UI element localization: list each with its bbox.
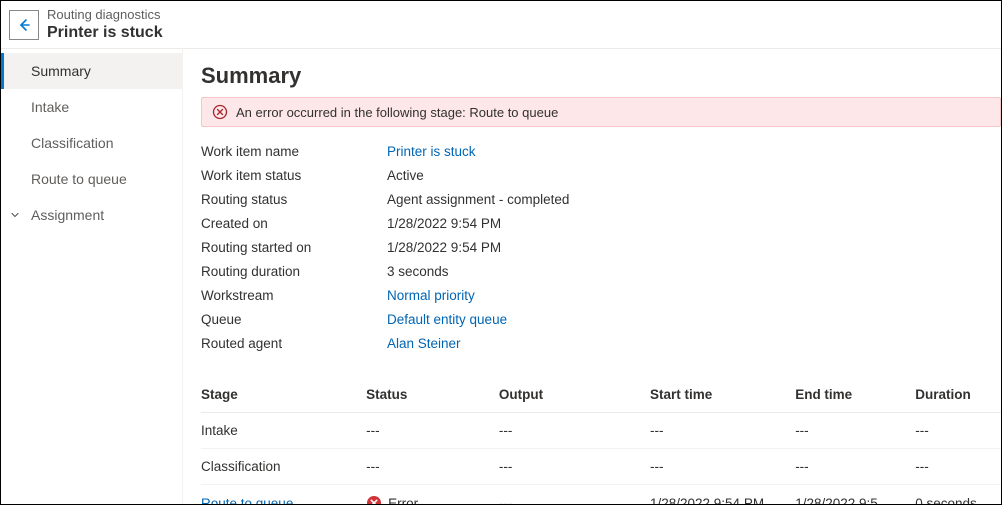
field-queue: Queue Default entity queue xyxy=(201,307,1001,331)
sidebar-item-label: Intake xyxy=(31,99,69,115)
field-label: Routing status xyxy=(201,192,387,207)
field-work-item-name: Work item name Printer is stuck xyxy=(201,139,1001,163)
field-value: 3 seconds xyxy=(387,264,449,279)
breadcrumb: Routing diagnostics xyxy=(47,7,163,23)
table-row[interactable]: Intake--------------- xyxy=(201,413,1001,449)
field-routing-started-on: Routing started on 1/28/2022 9:54 PM xyxy=(201,235,1001,259)
error-banner: An error occurred in the following stage… xyxy=(201,97,1001,127)
field-value-link[interactable]: Alan Steiner xyxy=(387,336,461,351)
cell-start: 1/28/2022 9:54 PM xyxy=(650,485,795,505)
cell-end: --- xyxy=(795,449,915,485)
field-routing-status: Routing status Agent assignment - comple… xyxy=(201,187,1001,211)
back-arrow-icon xyxy=(16,17,32,33)
cell-stage: Intake xyxy=(201,413,366,449)
sidebar-item-summary[interactable]: Summary xyxy=(1,53,182,89)
sidebar-item-classification[interactable]: Classification xyxy=(1,125,182,161)
topbar: Routing diagnostics Printer is stuck xyxy=(1,1,1001,49)
col-header-status[interactable]: Status xyxy=(366,377,499,413)
field-value: 1/28/2022 9:54 PM xyxy=(387,240,501,255)
cell-start: --- xyxy=(650,449,795,485)
page-record-title: Printer is stuck xyxy=(47,23,163,43)
error-circle-icon xyxy=(212,104,228,120)
field-label: Created on xyxy=(201,216,387,231)
field-routed-agent: Routed agent Alan Steiner xyxy=(201,331,1001,355)
field-value-link[interactable]: Normal priority xyxy=(387,288,475,303)
field-label: Routing duration xyxy=(201,264,387,279)
field-work-item-status: Work item status Active xyxy=(201,163,1001,187)
field-created-on: Created on 1/28/2022 9:54 PM xyxy=(201,211,1001,235)
sidebar-item-label: Assignment xyxy=(31,207,104,223)
chevron-down-icon xyxy=(9,209,21,221)
field-value: Agent assignment - completed xyxy=(387,192,569,207)
col-header-end[interactable]: End time xyxy=(795,377,915,413)
field-value-link[interactable]: Default entity queue xyxy=(387,312,507,327)
field-label: Queue xyxy=(201,312,387,327)
field-value-link[interactable]: Printer is stuck xyxy=(387,144,476,159)
cell-duration: --- xyxy=(915,413,1001,449)
cell-end: --- xyxy=(795,413,915,449)
col-header-duration[interactable]: Duration xyxy=(915,377,1001,413)
col-header-stage[interactable]: Stage xyxy=(201,377,366,413)
cell-duration: --- xyxy=(915,449,1001,485)
sidebar-item-route-to-queue[interactable]: Route to queue xyxy=(1,161,182,197)
table-row[interactable]: Route to queue Error ---1/28/2022 9:54 PM1… xyxy=(201,485,1001,505)
cell-status: Error xyxy=(366,485,499,505)
cell-duration: 0 seconds xyxy=(915,485,1001,505)
page-title: Summary xyxy=(201,63,1001,89)
cell-status: --- xyxy=(366,449,499,485)
sidebar: Summary Intake Classification Route to q… xyxy=(1,49,183,504)
sidebar-item-label: Route to queue xyxy=(31,171,127,187)
stages-table: Stage Status Output Start time End time … xyxy=(201,377,1001,504)
cell-stage: Classification xyxy=(201,449,366,485)
back-button[interactable] xyxy=(9,10,39,40)
field-label: Work item status xyxy=(201,168,387,183)
field-workstream: Workstream Normal priority xyxy=(201,283,1001,307)
field-value: Active xyxy=(387,168,424,183)
status-text: --- xyxy=(366,459,380,474)
cell-stage[interactable]: Route to queue xyxy=(201,485,366,505)
cell-status: --- xyxy=(366,413,499,449)
summary-fields: Work item name Printer is stuck Work ite… xyxy=(201,139,1001,355)
cell-output: --- xyxy=(499,413,650,449)
status-text: Error xyxy=(388,496,418,505)
field-value: 1/28/2022 9:54 PM xyxy=(387,216,501,231)
cell-output: --- xyxy=(499,485,650,505)
table-row[interactable]: Classification--------------- xyxy=(201,449,1001,485)
error-icon xyxy=(366,495,382,504)
table-header-row: Stage Status Output Start time End time … xyxy=(201,377,1001,413)
breadcrumb-block: Routing diagnostics Printer is stuck xyxy=(47,7,163,43)
cell-end: 1/28/2022 9:5... xyxy=(795,485,915,505)
sidebar-item-label: Summary xyxy=(31,63,91,79)
field-label: Workstream xyxy=(201,288,387,303)
sidebar-item-intake[interactable]: Intake xyxy=(1,89,182,125)
error-banner-text: An error occurred in the following stage… xyxy=(236,105,558,120)
sidebar-item-assignment[interactable]: Assignment xyxy=(1,197,182,233)
col-header-start[interactable]: Start time xyxy=(650,377,795,413)
sidebar-item-label: Classification xyxy=(31,135,113,151)
cell-output: --- xyxy=(499,449,650,485)
main-panel: Summary An error occurred in the followi… xyxy=(183,49,1001,504)
field-label: Routed agent xyxy=(201,336,387,351)
field-routing-duration: Routing duration 3 seconds xyxy=(201,259,1001,283)
status-text: --- xyxy=(366,423,380,438)
field-label: Routing started on xyxy=(201,240,387,255)
cell-start: --- xyxy=(650,413,795,449)
col-header-output[interactable]: Output xyxy=(499,377,650,413)
field-label: Work item name xyxy=(201,144,387,159)
